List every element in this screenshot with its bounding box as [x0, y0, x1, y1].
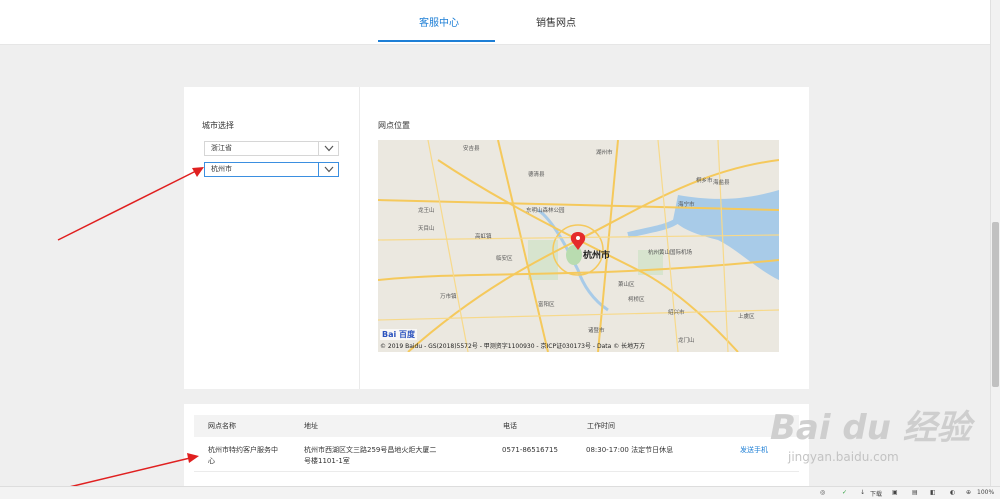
- browser-status-bar: ◎ ✓ ↓ 下载 ▣ ▤ ◧ ◐ ⊕ 100%: [0, 486, 1000, 499]
- status-icon[interactable]: ▣: [892, 489, 898, 496]
- watermark-url: jingyan.baidu.com: [788, 450, 899, 464]
- download-icon[interactable]: ↓: [860, 489, 865, 496]
- baidu-jingyan-watermark: Bai du 经验 jingyan.baidu.com: [770, 390, 990, 480]
- status-icon[interactable]: ▤: [912, 489, 918, 496]
- download-label[interactable]: 下载: [870, 489, 882, 498]
- status-icon[interactable]: ◎: [820, 489, 825, 496]
- zoom-icon[interactable]: ⊕: [966, 489, 971, 496]
- zoom-level[interactable]: 100%: [977, 489, 994, 496]
- watermark-text: Bai du 经验: [770, 408, 971, 448]
- status-icon[interactable]: ◧: [930, 489, 936, 496]
- status-icon[interactable]: ◐: [950, 489, 955, 496]
- status-icon[interactable]: ✓: [842, 489, 847, 496]
